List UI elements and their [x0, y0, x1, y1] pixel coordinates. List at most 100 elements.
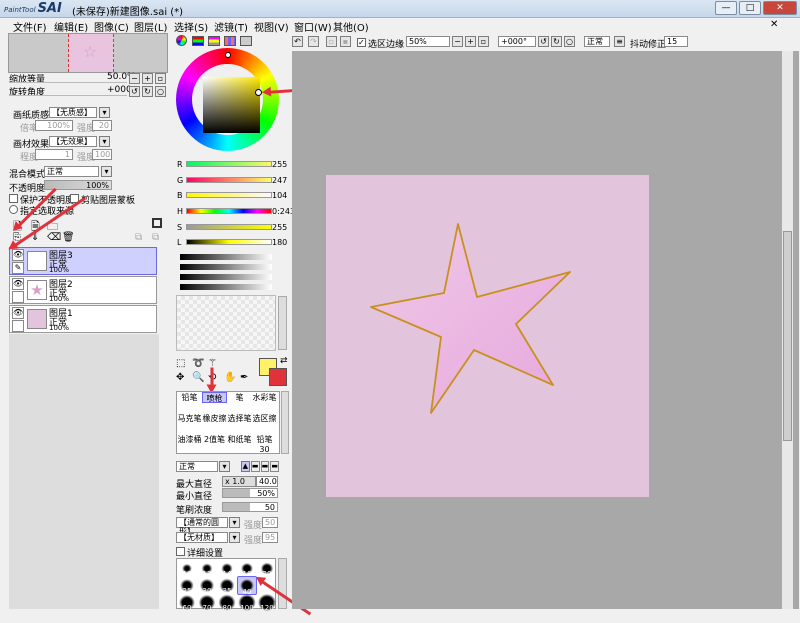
- brush-shape-1-icon[interactable]: ▲: [241, 461, 250, 472]
- media-effect-dropdown[interactable]: ▾: [99, 136, 110, 147]
- tool-select-eraser[interactable]: 选区擦: [252, 413, 277, 424]
- paper-scale-value[interactable]: 100%: [35, 120, 73, 131]
- paper-texture-dropdown[interactable]: ▾: [99, 107, 110, 118]
- green-slider[interactable]: [186, 177, 272, 183]
- zoom-fit-button[interactable]: ▫: [155, 73, 166, 84]
- blue-slider[interactable]: [186, 192, 272, 198]
- rotate-reset-button[interactable]: ○: [155, 86, 166, 97]
- layer-row-2[interactable]: 👁 ★ 图层2 正常 100%: [9, 276, 157, 304]
- brush-mode-dropdown[interactable]: ▾: [219, 461, 230, 472]
- layer-extra-2-icon[interactable]: ⧉: [152, 232, 159, 243]
- gradient-strip[interactable]: [180, 284, 272, 290]
- saturation-slider[interactable]: [186, 224, 272, 230]
- layer-visibility-eye-icon[interactable]: 👁: [12, 278, 24, 290]
- brush-shape-4-icon[interactable]: ▬: [270, 461, 279, 472]
- gradient-strip[interactable]: [180, 264, 272, 270]
- tool-airbrush[interactable]: 喷枪: [202, 392, 227, 403]
- layer-settings-icon[interactable]: [152, 218, 162, 228]
- scratchpad[interactable]: [176, 295, 276, 351]
- hsv-slider-tab-icon[interactable]: [208, 36, 220, 46]
- close-button[interactable]: ✕: [763, 1, 797, 15]
- gradient-strip[interactable]: [180, 274, 272, 280]
- zoom-select[interactable]: 50%: [406, 36, 450, 47]
- zoom-out-button[interactable]: −: [129, 73, 140, 84]
- size-preset-80[interactable]: 80: [217, 593, 237, 612]
- layer-visibility-eye-icon[interactable]: 👁: [12, 307, 24, 319]
- zoom-in-button[interactable]: +: [142, 73, 153, 84]
- canvas-vertical-scrollbar[interactable]: [781, 51, 793, 609]
- menu-filter[interactable]: 滤镜(T): [214, 19, 248, 34]
- layer-lock-box[interactable]: [12, 320, 24, 332]
- menu-image[interactable]: 图像(C): [94, 19, 129, 34]
- menu-edit[interactable]: 编辑(E): [54, 19, 88, 34]
- color-wheel-tab-icon[interactable]: [176, 35, 187, 46]
- size-presets-scrollbar[interactable]: [278, 558, 287, 609]
- canvas-rotate-left-button[interactable]: ↺: [538, 36, 549, 47]
- rotate-right-button[interactable]: ↻: [142, 86, 153, 97]
- toolbar-deselect-button[interactable]: ▫: [326, 36, 337, 47]
- swatches-tab-icon[interactable]: [224, 36, 236, 46]
- blend-mode-select[interactable]: 正常: [44, 166, 99, 177]
- luminance-slider[interactable]: [186, 239, 272, 245]
- tool-grid-scrollbar[interactable]: [281, 391, 289, 454]
- tool-eraser[interactable]: 橡皮擦: [202, 413, 227, 424]
- layer-pen-icon[interactable]: ✎: [12, 262, 24, 274]
- canvas-zoom-reset-button[interactable]: ▫: [478, 36, 489, 47]
- tool-pencil30[interactable]: 铅笔30: [252, 434, 277, 454]
- canvas-zoom-out-button[interactable]: −: [452, 36, 463, 47]
- menu-other[interactable]: 其他(O): [333, 19, 369, 34]
- tool-watercolor[interactable]: 水彩笔: [252, 392, 277, 403]
- navigator-viewport[interactable]: ☆: [68, 34, 114, 72]
- rgb-slider-tab-icon[interactable]: [192, 36, 204, 46]
- max-size-value[interactable]: 40.0: [256, 476, 278, 487]
- brush-texture-select[interactable]: 【无材质】: [176, 532, 228, 543]
- tool-pencil[interactable]: 铅笔: [177, 392, 202, 403]
- hue-marker[interactable]: [225, 52, 231, 58]
- navigator-preview[interactable]: ☆: [8, 33, 168, 73]
- max-size-multiplier[interactable]: x 1.0: [222, 476, 256, 487]
- protect-opacity-checkbox[interactable]: [9, 194, 18, 203]
- media-strength-value[interactable]: 100: [92, 149, 112, 160]
- menu-window[interactable]: 窗口(W): [294, 19, 332, 34]
- swap-colors-icon[interactable]: ⇄: [280, 356, 288, 366]
- toolbar-redo-button[interactable]: ↷: [308, 36, 319, 47]
- size-preset-120[interactable]: 120: [257, 593, 277, 612]
- move-icon[interactable]: ✥: [176, 372, 184, 383]
- detail-settings-checkbox[interactable]: [176, 547, 185, 556]
- toolbar-invert-button[interactable]: ▪: [340, 36, 351, 47]
- background-color-swatch[interactable]: [269, 368, 287, 386]
- paper-strength-value[interactable]: 20: [92, 120, 112, 131]
- layer-row-3[interactable]: 👁 ✎ 图层3 正常 100%: [9, 247, 157, 275]
- scratchpad-tab-icon[interactable]: [240, 36, 252, 46]
- paper-texture-select[interactable]: 【无质感】: [49, 107, 97, 118]
- gradient-strip[interactable]: [180, 254, 272, 260]
- blend-mode-dropdown[interactable]: ▾: [101, 166, 112, 177]
- canvas-mode-select[interactable]: 正常: [584, 36, 610, 47]
- media-effect-select[interactable]: 【无效果】: [49, 136, 97, 147]
- brush-shape-3-icon[interactable]: ▬: [260, 461, 270, 472]
- zoom-tool-icon[interactable]: 🔍: [192, 372, 204, 383]
- rotate-slider[interactable]: [9, 95, 127, 96]
- clear-layer-icon[interactable]: ⌫: [47, 232, 61, 243]
- eyedropper-icon[interactable]: ✒: [240, 372, 248, 383]
- selection-source-radio[interactable]: [9, 205, 18, 214]
- selection-edge-checkbox[interactable]: ✓: [357, 38, 366, 47]
- rotate-left-button[interactable]: ↺: [129, 86, 140, 97]
- canvas-rotate-right-button[interactable]: ↻: [551, 36, 562, 47]
- layer-extra-1-icon[interactable]: ⧉: [135, 232, 142, 243]
- minimize-button[interactable]: —: [715, 1, 737, 15]
- canvas-zoom-in-button[interactable]: +: [465, 36, 476, 47]
- maximize-button[interactable]: □: [739, 1, 761, 15]
- red-slider[interactable]: [186, 161, 272, 167]
- menu-file[interactable]: 文件(F): [13, 19, 47, 34]
- shape-strength-value[interactable]: 50: [262, 517, 278, 528]
- menu-view[interactable]: 视图(V): [254, 19, 289, 34]
- toolbar-undo-button[interactable]: ↶: [292, 36, 303, 47]
- density-slider[interactable]: 50: [222, 502, 278, 512]
- brush-texture-dropdown[interactable]: ▾: [229, 532, 240, 543]
- canvas-rotate-reset-button[interactable]: ○: [564, 36, 575, 47]
- menu-close-icon[interactable]: ✕: [770, 19, 778, 30]
- lasso-icon[interactable]: ➰: [192, 358, 204, 369]
- brush-mode-select[interactable]: 正常: [176, 461, 218, 472]
- menu-layer[interactable]: 图层(L): [134, 19, 167, 34]
